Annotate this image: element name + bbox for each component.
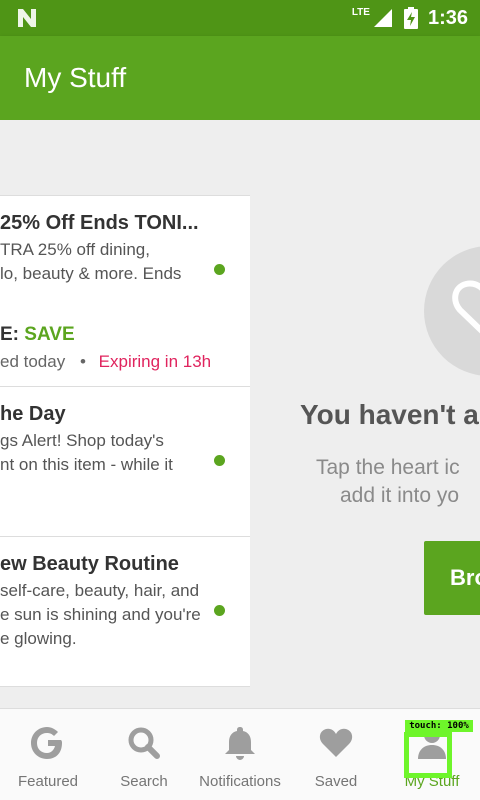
nav-saved[interactable]: Saved <box>288 709 384 800</box>
saved-empty-state: You haven't ad Tap the heart ic add it i… <box>250 120 480 708</box>
card-meta: ed today • Expiring in 13h <box>0 352 211 372</box>
card-body-line: self-care, beauty, hair, and <box>0 581 200 600</box>
search-icon <box>96 725 192 765</box>
card-body: self-care, beauty, hair, and e sun is sh… <box>0 579 210 651</box>
notifications-list[interactable]: 25% Off Ends TONI... TRA 25% off dining,… <box>0 195 250 687</box>
nav-label: Saved <box>314 773 358 790</box>
card-body-line: e glowing. <box>0 629 77 648</box>
unread-dot-icon <box>214 455 225 466</box>
card-date: ed today <box>0 352 66 371</box>
meta-separator: • <box>79 352 86 371</box>
touch-indicator-label: touch: 100% <box>405 720 473 732</box>
card-body-line: TRA 25% off dining, <box>0 240 150 259</box>
touch-indicator-box <box>404 732 452 778</box>
list-item[interactable]: he Day gs Alert! Shop today's nt on this… <box>0 387 250 537</box>
g-logo-icon <box>0 725 96 765</box>
signal-icon <box>373 9 392 27</box>
card-headline: 25% Off Ends TONI... <box>0 212 199 234</box>
empty-state-line: add it into yo <box>340 484 460 507</box>
status-bar: LTE 1:36 <box>0 0 480 36</box>
card-body-line: gs Alert! Shop today's <box>0 431 164 450</box>
unread-dot-icon <box>214 605 225 616</box>
heart-outline-icon <box>452 280 480 334</box>
card-body: gs Alert! Shop today's nt on this item -… <box>0 429 210 477</box>
nav-featured[interactable]: Featured <box>0 709 96 800</box>
list-item[interactable]: 25% Off Ends TONI... TRA 25% off dining,… <box>0 196 250 387</box>
browse-button[interactable]: Bro <box>424 541 480 615</box>
empty-state-illustration <box>424 246 480 376</box>
empty-state-line: Tap the heart ic <box>316 456 460 479</box>
card-headline: ew Beauty Routine <box>0 553 179 575</box>
promo-code-value: SAVE <box>24 324 75 345</box>
card-body-line: e sun is shining and you're <box>0 605 201 624</box>
battery-charging-icon <box>403 7 418 29</box>
network-type-label: LTE <box>351 6 370 18</box>
android-n-logo-icon <box>18 9 36 27</box>
content-area[interactable]: 25% Off Ends TONI... TRA 25% off dining,… <box>0 120 480 708</box>
card-headline: he Day <box>0 403 66 425</box>
nav-search[interactable]: Search <box>96 709 192 800</box>
bell-icon <box>192 725 288 765</box>
card-body: TRA 25% off dining, lo, beauty & more. E… <box>0 238 210 286</box>
heart-icon <box>288 725 384 765</box>
page-title: My Stuff <box>24 62 127 93</box>
nav-label: Notifications <box>199 773 281 790</box>
card-body-line: nt on this item - while it <box>0 455 173 474</box>
nav-label: Search <box>120 773 168 790</box>
promo-code: E: SAVE <box>0 324 75 346</box>
app-bar: My Stuff <box>0 36 480 120</box>
empty-state-message: Tap the heart ic add it into yo <box>316 454 460 510</box>
promo-code-label: E: <box>0 324 19 345</box>
expiry-label: Expiring in 13h <box>98 352 212 371</box>
unread-dot-icon <box>214 264 225 275</box>
card-body-line: lo, beauty & more. Ends <box>0 264 182 283</box>
clock: 1:36 <box>427 6 468 29</box>
nav-notifications[interactable]: Notifications <box>192 709 288 800</box>
empty-state-heading: You haven't ad <box>300 399 480 430</box>
nav-label: Featured <box>17 773 79 790</box>
list-item[interactable]: ew Beauty Routine self-care, beauty, hai… <box>0 537 250 687</box>
